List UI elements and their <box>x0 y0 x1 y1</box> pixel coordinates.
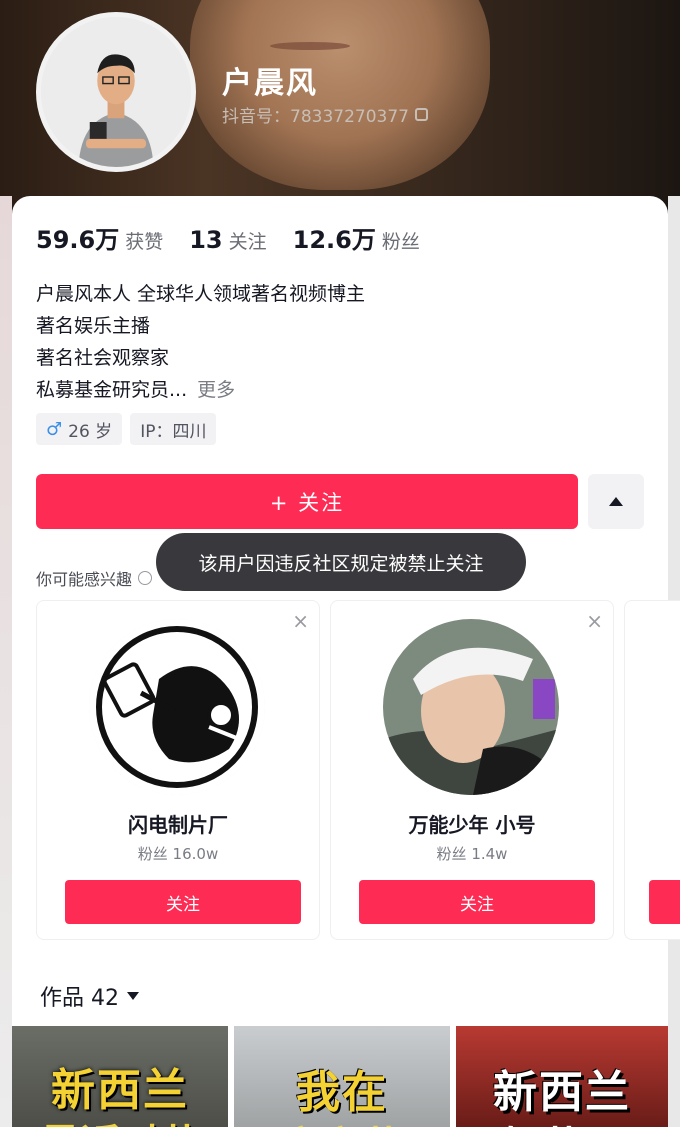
profile-avatar[interactable] <box>36 12 196 172</box>
follow-button[interactable]: + 关注 <box>36 474 578 529</box>
recommendations-title-text: 你可能感兴趣 <box>36 570 133 589</box>
age-text: 26 岁 <box>68 421 113 442</box>
thumbnail-caption: 新西兰 <box>51 1065 189 1116</box>
stat-followers-label: 粉丝 <box>381 231 420 253</box>
recommendations-title: 你可能感兴趣 <box>36 566 153 590</box>
recommendation-fans: 粉丝 16.0w <box>137 845 219 863</box>
recommendation-fans: 粉丝 1.4w <box>436 845 508 863</box>
triangle-up-icon <box>609 497 623 506</box>
stat-following[interactable]: 13 关注 <box>189 226 266 254</box>
bio-line: 著名娱乐主播 <box>36 315 151 337</box>
chevron-down-icon <box>127 992 139 1000</box>
stat-following-count: 13 <box>189 226 223 254</box>
thumbnail-caption-2: 好节工 <box>456 1114 668 1127</box>
stat-likes-count: 59.6万 <box>36 226 120 254</box>
bio-line-last: 私募基金研究员... 更多 <box>36 374 636 406</box>
recommendation-card-partial[interactable] <box>624 600 680 940</box>
video-thumbnail[interactable]: 新西兰 好节工 <box>456 1026 668 1127</box>
works-tab[interactable]: 作品 42 <box>40 980 139 1012</box>
recommendation-avatar[interactable] <box>383 619 559 795</box>
stat-likes[interactable]: 59.6万 获赞 <box>36 220 163 255</box>
recommendation-card[interactable]: × 万能少年 小号 粉丝 1.4w 关注 <box>330 600 614 940</box>
expand-recommendations-button[interactable] <box>588 474 644 529</box>
video-thumbnail[interactable]: 我在 字市花 <box>234 1026 450 1127</box>
toast-message: 该用户因违反社区规定被禁止关注 <box>156 533 526 591</box>
works-tab-label: 作品 42 <box>40 986 119 1011</box>
bio-line-text: 私募基金研究员... <box>36 379 188 401</box>
recommendation-card[interactable]: × 闪电制片厂 粉丝 16.0w 关注 <box>36 600 320 940</box>
profile-name: 户晨风 <box>222 66 318 101</box>
bio-line: 户晨风本人 全球华人领域著名视频博主 <box>36 283 366 305</box>
profile-bio: 户晨风本人 全球华人领域著名视频博主 著名娱乐主播 著名社会观察家 私募基金研究… <box>36 278 636 406</box>
profile-tags: ♂ 26 岁 IP：四川 <box>36 413 217 445</box>
stat-followers[interactable]: 12.6万 粉丝 <box>293 220 420 255</box>
recommendation-name[interactable]: 万能少年 小号 <box>331 809 613 838</box>
recommendation-avatar[interactable] <box>89 619 265 795</box>
close-icon[interactable]: × <box>586 609 603 633</box>
copy-icon[interactable] <box>414 108 428 121</box>
douyin-id[interactable]: 抖音号：78337270377 <box>222 102 428 127</box>
stat-followers-count: 12.6万 <box>292 226 376 254</box>
recommendation-name[interactable]: 闪电制片厂 <box>37 809 319 838</box>
stat-likes-label: 获赞 <box>125 231 164 253</box>
ip-tag: IP：四川 <box>130 413 217 445</box>
thumbnail-caption: 新西兰 <box>493 1067 631 1118</box>
douyin-id-text: 抖音号：78337270377 <box>222 107 409 127</box>
profile-stats: 59.6万 获赞 13 关注 12.6万 粉丝 <box>36 220 420 255</box>
recommendation-follow-button-partial[interactable] <box>649 880 680 924</box>
thumbnail-caption-2: 最近对节 <box>12 1112 228 1127</box>
male-icon: ♂ <box>46 418 63 440</box>
background-strip-left <box>0 196 12 1127</box>
bio-more-link[interactable]: 更多 <box>197 379 235 401</box>
stat-following-label: 关注 <box>228 231 267 253</box>
thumbnail-caption-2: 字市花 <box>234 1114 450 1127</box>
info-icon[interactable] <box>138 571 153 585</box>
header-photo-detail <box>270 42 350 50</box>
age-tag: ♂ 26 岁 <box>36 413 123 445</box>
video-thumbnail[interactable]: 新西兰 最近对节 <box>12 1026 228 1127</box>
recommendation-follow-button[interactable]: 关注 <box>359 880 595 924</box>
ip-text: IP：四川 <box>140 421 207 442</box>
close-icon[interactable]: × <box>292 609 309 633</box>
thumbnail-caption: 我在 <box>296 1067 388 1118</box>
recommendation-follow-button[interactable]: 关注 <box>65 880 301 924</box>
bio-line: 著名社会观察家 <box>36 347 170 369</box>
